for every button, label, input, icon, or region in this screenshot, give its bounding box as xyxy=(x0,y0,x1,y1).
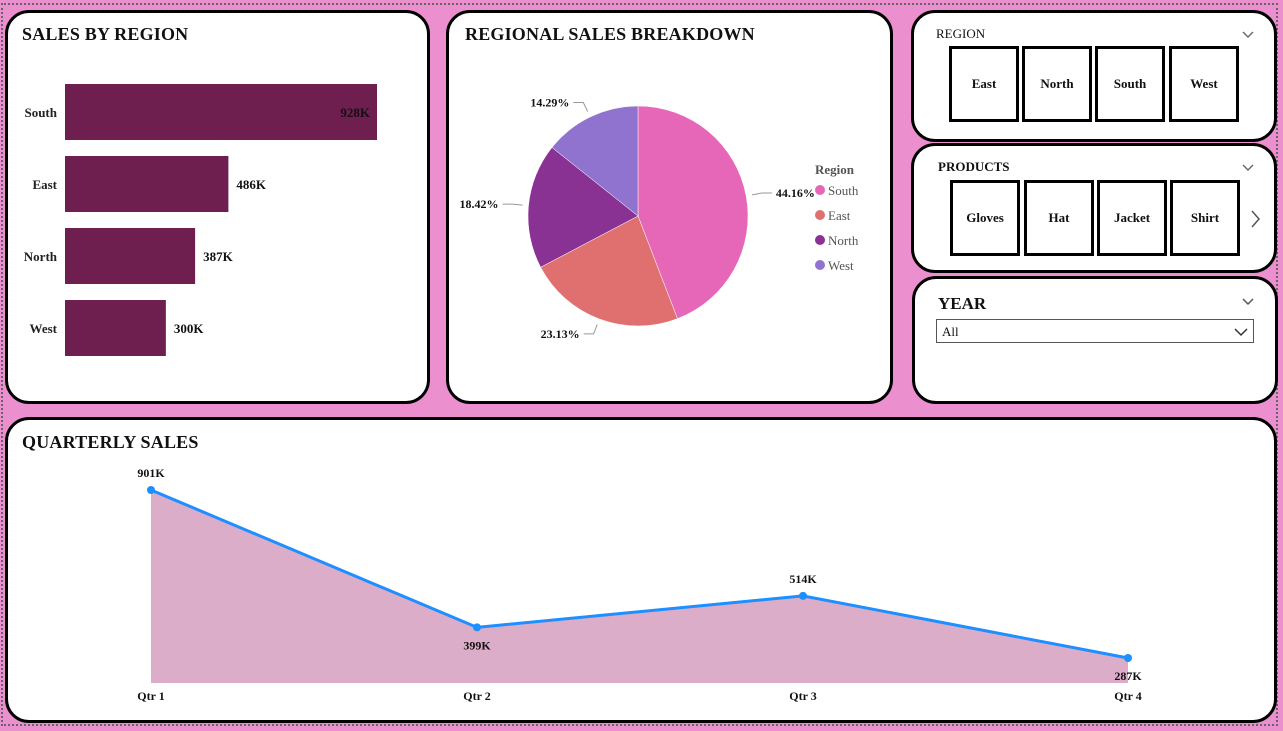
pie-data-label: 18.42% xyxy=(460,197,499,211)
bar-category-label: North xyxy=(24,249,58,264)
point-data-label: 399K xyxy=(463,638,491,652)
year-slicer-title: YEAR xyxy=(938,294,987,313)
bar-chart-panel: SALES BY REGION South 928K East 486K North 38… xyxy=(5,10,430,404)
point-data-label: 514K xyxy=(789,572,817,586)
area-chart: 901K Qtr 1 399K Qtr 2 514K Qtr 3 287K Qtr 4 xyxy=(137,466,1142,703)
bar xyxy=(65,228,196,284)
region-option-west[interactable]: West xyxy=(1169,46,1239,122)
pie-chart: 44.16% 23.13% 18.42% 14.29% Region South East N… xyxy=(460,95,859,341)
product-option-shirt[interactable]: Shirt xyxy=(1170,180,1240,256)
chevron-down-icon[interactable] xyxy=(1240,160,1256,176)
product-option-gloves[interactable]: Gloves xyxy=(950,180,1020,256)
legend-item: East xyxy=(828,208,851,223)
product-option-hat[interactable]: Hat xyxy=(1024,180,1094,256)
pie-data-label: 14.29% xyxy=(530,95,569,109)
bar-data-label: 300K xyxy=(174,321,205,336)
year-dropdown-value: All xyxy=(942,324,959,339)
legend-marker xyxy=(815,235,825,245)
legend-item: South xyxy=(828,183,859,198)
region-slicer-title: REGION xyxy=(936,26,986,41)
point-data-label: 287K xyxy=(1114,669,1142,683)
bar xyxy=(65,84,377,140)
pie-data-label: 23.13% xyxy=(541,327,580,341)
data-point xyxy=(799,591,807,600)
area-chart-panel: QUARTERLY SALES 901K Qtr 1 399K Qtr 2 514K Qt… xyxy=(5,417,1277,723)
region-option-south[interactable]: South xyxy=(1095,46,1165,122)
products-slicer-panel: PRODUCTS Gloves Hat Jacket Shirt xyxy=(911,143,1277,273)
bar xyxy=(65,300,166,356)
pie-leader-line xyxy=(751,192,772,196)
products-slicer-title: PRODUCTS xyxy=(938,159,1010,174)
dropdown-chevron-icon xyxy=(1234,328,1248,337)
region-option-east[interactable]: East xyxy=(949,46,1019,122)
pie-leader-line xyxy=(583,324,598,335)
bar-category-label: West xyxy=(30,321,58,336)
x-tick-label: Qtr 4 xyxy=(1114,689,1141,703)
legend-item: North xyxy=(828,233,859,248)
x-tick-label: Qtr 1 xyxy=(137,689,164,703)
x-tick-label: Qtr 3 xyxy=(789,689,816,703)
data-point xyxy=(473,623,481,632)
region-option-north[interactable]: North xyxy=(1022,46,1092,122)
bar xyxy=(65,156,229,212)
bar-chart: South 928K East 486K North 387K West 300K xyxy=(24,84,377,356)
chevron-down-icon[interactable] xyxy=(1240,294,1256,310)
year-dropdown[interactable]: All xyxy=(936,319,1254,343)
bar-data-label: 387K xyxy=(203,249,234,264)
bar-data-label: 928K xyxy=(340,105,371,120)
pie-leader-line xyxy=(502,203,523,206)
area-fill xyxy=(151,490,1128,683)
data-point xyxy=(147,486,155,494)
legend-marker xyxy=(815,260,825,270)
year-slicer-panel: YEAR All xyxy=(912,276,1278,404)
data-point xyxy=(1124,654,1132,662)
pie-chart-panel: REGIONAL SALES BREAKDOWN 44.16% 23.13% 18.… xyxy=(446,10,893,404)
product-option-jacket[interactable]: Jacket xyxy=(1097,180,1167,256)
chevron-right-icon[interactable] xyxy=(1248,208,1262,230)
pie-leader-line xyxy=(573,101,589,112)
bar-category-label: East xyxy=(32,177,57,192)
legend-title: Region xyxy=(815,162,855,177)
point-data-label: 901K xyxy=(137,466,165,480)
legend-marker xyxy=(815,210,825,220)
legend-marker xyxy=(815,185,825,195)
bar-category-label: South xyxy=(24,105,57,120)
legend-item: West xyxy=(828,258,854,273)
bar-data-label: 486K xyxy=(236,177,267,192)
region-slicer-panel: REGION East North South West xyxy=(911,10,1277,142)
x-tick-label: Qtr 2 xyxy=(463,689,490,703)
pie-data-label: 44.16% xyxy=(776,186,815,200)
chevron-down-icon[interactable] xyxy=(1240,27,1256,43)
